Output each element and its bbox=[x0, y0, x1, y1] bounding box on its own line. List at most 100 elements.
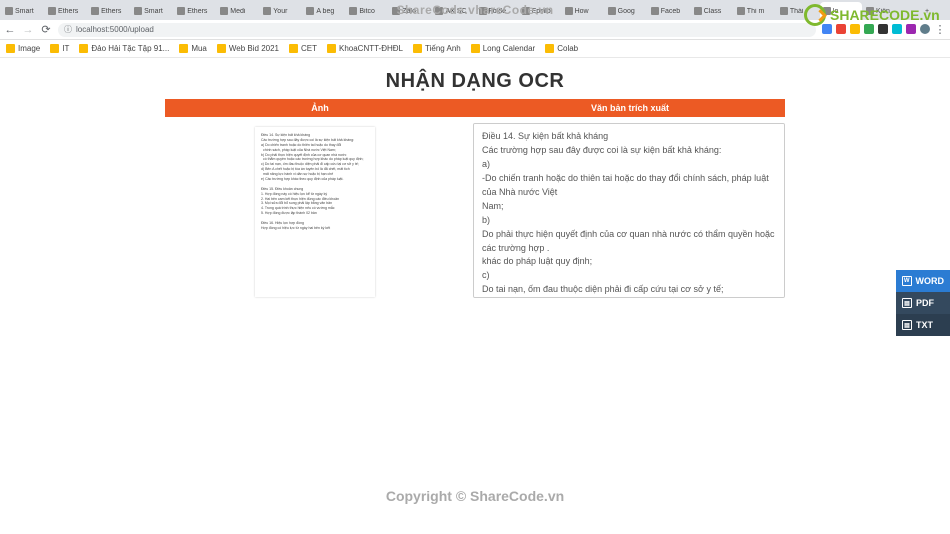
reload-button[interactable]: ⟳ bbox=[40, 24, 52, 36]
extension-area: ⋮ bbox=[822, 24, 946, 36]
word-icon: W bbox=[902, 276, 912, 286]
browser-tab[interactable]: Ethers bbox=[88, 2, 130, 20]
tab-title: lo bbox=[833, 8, 859, 15]
bookmark-icon bbox=[6, 44, 15, 53]
browser-tab[interactable]: Folde bbox=[476, 2, 518, 20]
bookmark-icon bbox=[327, 44, 336, 53]
ext-icon[interactable] bbox=[892, 24, 902, 34]
back-button[interactable]: ← bbox=[4, 24, 16, 36]
favicon bbox=[220, 7, 228, 15]
browser-tab[interactable]: Bitco bbox=[346, 2, 388, 20]
tab-title: Kiến bbox=[876, 8, 902, 15]
tab-title: Class bbox=[704, 8, 730, 15]
new-tab-button[interactable]: + bbox=[906, 2, 948, 20]
favicon bbox=[306, 7, 314, 15]
browser-tab[interactable]: Goog bbox=[605, 2, 647, 20]
favicon bbox=[651, 7, 659, 15]
bookmark-item[interactable]: Đảo Hải Tặc Tập 91... bbox=[79, 44, 169, 53]
ext-icon[interactable] bbox=[864, 24, 874, 34]
browser-tab[interactable]: How bbox=[562, 2, 604, 20]
tab-title: Thái bbox=[790, 8, 816, 15]
bookmark-icon bbox=[50, 44, 59, 53]
export-word-button[interactable]: WWORD bbox=[896, 270, 950, 292]
ext-icon[interactable] bbox=[836, 24, 846, 34]
browser-tab[interactable]: Ethers bbox=[174, 2, 216, 20]
bookmark-label: Web Bid 2021 bbox=[229, 44, 279, 53]
extracted-text-area[interactable] bbox=[473, 123, 785, 298]
tab-title: Faceb bbox=[661, 8, 687, 15]
browser-tab[interactable]: Class bbox=[691, 2, 733, 20]
export-txt-button[interactable]: ▤TXT bbox=[896, 314, 950, 336]
tab-title: Zalo bbox=[402, 8, 428, 15]
address-bar[interactable]: ⓘ localhost:5000/upload bbox=[58, 23, 816, 37]
browser-tab[interactable]: Thi m bbox=[734, 2, 776, 20]
browser-tab[interactable]: Ethers bbox=[45, 2, 87, 20]
bookmark-icon bbox=[289, 44, 298, 53]
bookmark-item[interactable]: IT bbox=[50, 44, 69, 53]
tab-title: Smart bbox=[15, 8, 41, 15]
tab-title: Thi m bbox=[747, 8, 773, 15]
bookmark-icon bbox=[217, 44, 226, 53]
bookmark-item[interactable]: Web Bid 2021 bbox=[217, 44, 279, 53]
browser-tab[interactable]: AX SC bbox=[432, 2, 474, 20]
browser-toolbar: ← → ⟳ ⓘ localhost:5000/upload ⋮ bbox=[0, 20, 950, 40]
favicon bbox=[479, 7, 487, 15]
browser-tab[interactable]: Your bbox=[260, 2, 302, 20]
column-header-bar: Ảnh Văn bản trích xuất bbox=[165, 99, 785, 117]
menu-button[interactable]: ⋮ bbox=[934, 24, 946, 36]
browser-tab[interactable]: Smart bbox=[131, 2, 173, 20]
bookmark-item[interactable]: Image bbox=[6, 44, 40, 53]
ext-icon[interactable] bbox=[906, 24, 916, 34]
bookmark-icon bbox=[413, 44, 422, 53]
ext-icon[interactable] bbox=[822, 24, 832, 34]
tab-title: Ethers bbox=[58, 8, 84, 15]
txt-icon: ▤ bbox=[902, 320, 912, 330]
tab-title: Ethers bbox=[187, 8, 213, 15]
image-column: Điều 14. Sự kiện bất khả khángCác trường… bbox=[165, 123, 465, 301]
bookmark-item[interactable]: Mua bbox=[179, 44, 207, 53]
browser-tab[interactable]: Smart bbox=[2, 2, 44, 20]
bookmark-item[interactable]: Long Calendar bbox=[471, 44, 535, 53]
favicon bbox=[177, 7, 185, 15]
text-column bbox=[473, 123, 785, 301]
forward-button[interactable]: → bbox=[22, 24, 34, 36]
browser-tab[interactable]: Zalo bbox=[389, 2, 431, 20]
tab-title: Your bbox=[273, 8, 299, 15]
ext-icon[interactable] bbox=[878, 24, 888, 34]
bookmark-item[interactable]: KhoaCNTT-ĐHĐL bbox=[327, 44, 403, 53]
favicon bbox=[823, 7, 831, 15]
bookmark-item[interactable]: Tiếng Anh bbox=[413, 44, 461, 53]
bookmark-icon bbox=[79, 44, 88, 53]
favicon bbox=[608, 7, 616, 15]
bookmark-label: IT bbox=[62, 44, 69, 53]
favicon bbox=[349, 7, 357, 15]
bookmark-icon bbox=[471, 44, 480, 53]
ext-icon[interactable] bbox=[850, 24, 860, 34]
bookmark-label: Đảo Hải Tặc Tập 91... bbox=[91, 44, 169, 53]
bookmark-item[interactable]: Colab bbox=[545, 44, 578, 53]
bookmark-item[interactable]: CET bbox=[289, 44, 317, 53]
tab-title: Epsilo bbox=[532, 8, 558, 15]
tab-title: Ethers bbox=[101, 8, 127, 15]
bookmark-label: Mua bbox=[191, 44, 207, 53]
url-text: localhost:5000/upload bbox=[76, 25, 154, 34]
tab-title: Medi bbox=[230, 8, 256, 15]
document-thumbnail[interactable]: Điều 14. Sự kiện bất khả khángCác trường… bbox=[255, 127, 375, 297]
site-info-icon[interactable]: ⓘ bbox=[64, 24, 72, 35]
browser-tab[interactable]: Thái bbox=[777, 2, 819, 20]
pdf-icon: ▤ bbox=[902, 298, 912, 308]
favicon bbox=[694, 7, 702, 15]
browser-tab[interactable]: lo bbox=[820, 2, 862, 20]
bookmark-label: Colab bbox=[557, 44, 578, 53]
browser-tab[interactable]: Kiến bbox=[863, 2, 905, 20]
export-pdf-button[interactable]: ▤PDF bbox=[896, 292, 950, 314]
browser-tab[interactable]: Medi bbox=[217, 2, 259, 20]
browser-tab[interactable]: A beg bbox=[303, 2, 345, 20]
bookmark-label: KhoaCNTT-ĐHĐL bbox=[339, 44, 403, 53]
avatar[interactable] bbox=[920, 24, 930, 34]
favicon bbox=[780, 7, 788, 15]
favicon bbox=[565, 7, 573, 15]
export-buttons: WWORD ▤PDF ▤TXT bbox=[896, 270, 950, 336]
browser-tab[interactable]: Faceb bbox=[648, 2, 690, 20]
browser-tab[interactable]: Epsilo bbox=[519, 2, 561, 20]
